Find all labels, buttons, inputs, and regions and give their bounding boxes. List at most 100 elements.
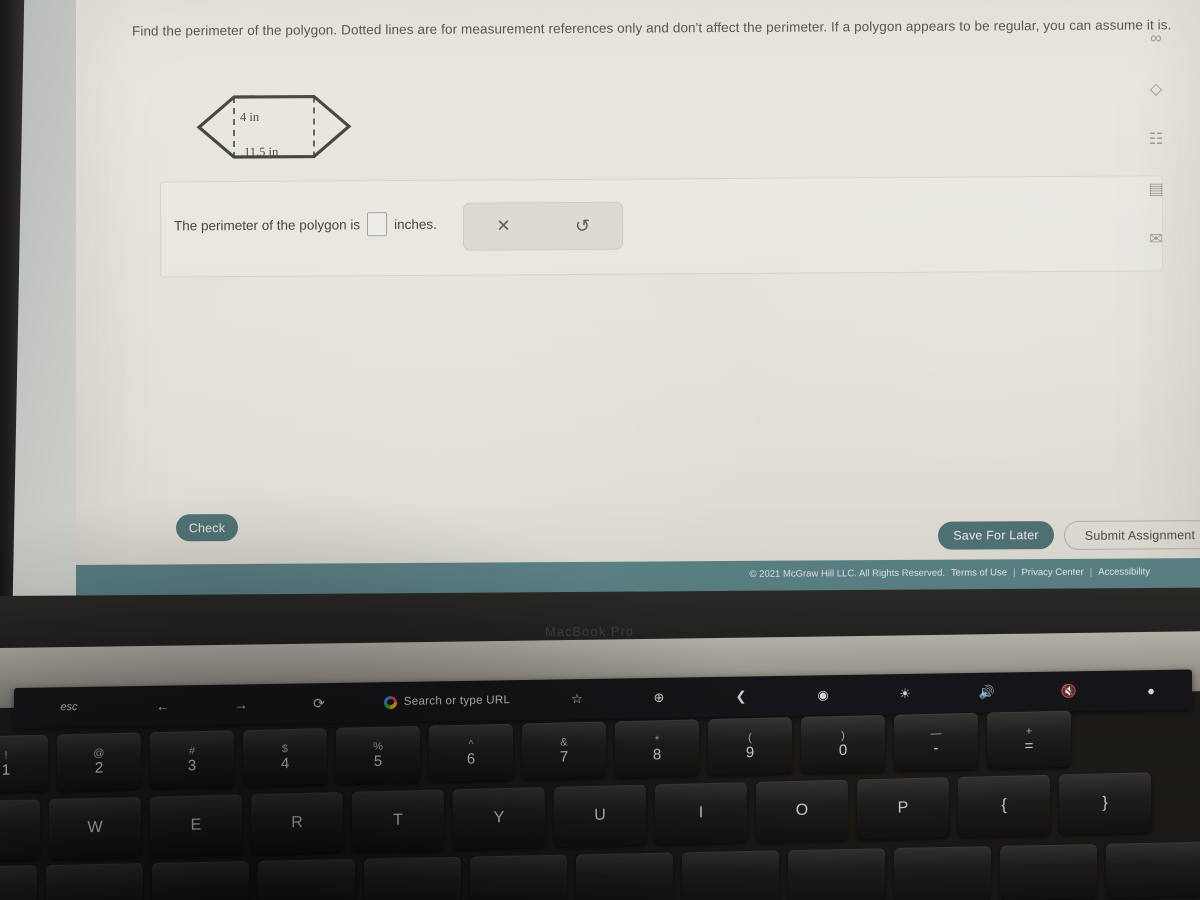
key-8[interactable]: * 8 — [614, 719, 700, 778]
key-shift-label: @ — [93, 746, 105, 760]
key-y[interactable]: Y — [452, 787, 546, 850]
key-base-label: 6 — [466, 750, 476, 768]
key-shift-label: * — [654, 733, 660, 746]
aleks-exercise-page: Find the perimeter of the polygon. Dotte… — [76, 0, 1200, 602]
key-5[interactable]: % 5 — [335, 725, 421, 784]
laptop-screen: Find the perimeter of the polygon. Dotte… — [76, 0, 1200, 603]
glasses-icon[interactable]: ∞ — [1141, 24, 1171, 54]
diamond-pointer-icon[interactable]: ◇ — [1141, 74, 1171, 104]
key-{[interactable]: { — [957, 774, 1051, 837]
key-shift-label: $ — [281, 742, 289, 755]
base-label: 11.5 in — [244, 144, 279, 159]
key-r[interactable]: R — [250, 792, 344, 855]
key-blank[interactable] — [470, 854, 567, 900]
footer-separator-2: | — [1089, 566, 1093, 578]
answer-card: The perimeter of the polygon is inches. … — [160, 175, 1163, 278]
touchbar-reload-icon[interactable]: ⟳ — [280, 683, 358, 724]
google-logo-icon — [383, 695, 397, 709]
key-shift-label: ! — [4, 749, 8, 762]
book-icon[interactable]: ▤ — [1141, 174, 1171, 204]
key-label: I — [698, 804, 704, 822]
accessibility-link[interactable]: Accessibility — [1098, 566, 1150, 577]
key-label: W — [87, 818, 103, 837]
key-label: T — [393, 811, 403, 829]
polygon-figure: 4 in 11.5 in — [184, 86, 384, 167]
key-t[interactable]: T — [351, 789, 445, 852]
submit-assignment-button[interactable]: Submit Assignment — [1064, 520, 1200, 550]
undo-button[interactable]: ↺ — [543, 203, 622, 249]
answer-text-before: The perimeter of the polygon is — [174, 216, 361, 233]
key-e[interactable]: E — [149, 794, 243, 857]
key-=[interactable]: + = — [986, 710, 1072, 769]
laptop-keyboard: !1@2#3$4%5^6&7*8(9)0—-+= QWERTYUIOP{} — [0, 702, 1200, 900]
save-for-later-button[interactable]: Save For Later — [938, 521, 1054, 550]
key-blank[interactable] — [576, 852, 673, 900]
footer-separator-1: | — [1013, 567, 1016, 579]
key-shift-label: & — [560, 735, 568, 749]
key-blank[interactable] — [0, 865, 37, 900]
key-label: R — [291, 813, 303, 832]
touchbar-url-placeholder: Search or type URL — [403, 694, 511, 708]
perimeter-input[interactable] — [367, 212, 388, 237]
key-shift-label: % — [373, 740, 383, 753]
key-base-label: 3 — [187, 756, 197, 774]
key-label: U — [594, 806, 606, 824]
key-label: } — [1102, 794, 1108, 812]
key-shift-label: ) — [841, 729, 845, 742]
key-blank[interactable] — [894, 846, 991, 900]
key-q[interactable]: Q — [0, 799, 41, 862]
key-blank[interactable] — [46, 863, 143, 900]
key--[interactable]: — - — [893, 712, 979, 771]
hexagon-diagram — [196, 94, 352, 159]
key-label: E — [190, 816, 202, 834]
terms-of-use-link[interactable]: Terms of Use — [951, 567, 1007, 578]
key-blank[interactable] — [258, 858, 355, 900]
key-}[interactable]: } — [1058, 772, 1152, 835]
key-base-label: 9 — [745, 743, 755, 761]
key-7[interactable]: & 7 — [521, 721, 607, 780]
height-label: 4 in — [240, 109, 260, 124]
key-4[interactable]: $4 — [242, 728, 328, 787]
key-base-label: 4 — [280, 754, 290, 772]
clear-button[interactable]: ✕ — [464, 203, 543, 249]
privacy-center-link[interactable]: Privacy Center — [1021, 567, 1083, 578]
check-button[interactable]: Check — [176, 514, 238, 542]
mail-icon[interactable]: ✉ — [1141, 224, 1171, 254]
key-base-label: 1 — [1, 761, 11, 779]
key-blank[interactable] — [152, 861, 249, 900]
answer-toolbar: ✕ ↺ — [463, 201, 623, 251]
key-1[interactable]: ! 1 — [0, 734, 49, 793]
touchbar-forward-icon[interactable]: → — [202, 684, 280, 725]
key-0[interactable]: ) 0 — [800, 714, 886, 773]
key-i[interactable]: I — [654, 782, 748, 845]
key-blank[interactable] — [364, 856, 461, 900]
key-p[interactable]: P — [856, 777, 950, 840]
footer-links: © 2021 McGraw Hill LLC. All Rights Reser… — [750, 566, 1150, 579]
key-shift-label: ( — [748, 731, 752, 744]
key-base-label: 2 — [94, 758, 104, 777]
key-blank[interactable] — [1000, 843, 1097, 900]
touchbar-esc-key[interactable]: esc — [14, 686, 124, 728]
key-blank[interactable] — [682, 850, 779, 900]
key-w[interactable]: W — [48, 796, 142, 860]
key-shift-label: + — [1025, 724, 1033, 738]
key-6[interactable]: ^ 6 — [428, 723, 514, 782]
key-base-label: 8 — [652, 745, 662, 763]
laptop-photo-scene: Find the perimeter of the polygon. Dotte… — [0, 0, 1200, 900]
key-o[interactable]: O — [755, 779, 849, 842]
key-blank[interactable] — [788, 848, 885, 900]
key-shift-label: # — [188, 744, 196, 757]
touchbar-back-icon[interactable]: ← — [124, 685, 202, 726]
key-base-label: 0 — [838, 741, 848, 759]
key-shift-label: — — [930, 727, 942, 740]
touchbar-url-field[interactable]: Search or type URL — [358, 693, 536, 709]
key-base-label: - — [933, 739, 939, 757]
document-help-icon[interactable]: ☷ — [1141, 124, 1171, 154]
key-blank[interactable] — [1106, 841, 1200, 898]
key-u[interactable]: U — [553, 784, 647, 847]
key-9[interactable]: (9 — [707, 717, 793, 776]
key-3[interactable]: #3 — [149, 730, 235, 789]
key-2[interactable]: @2 — [56, 732, 142, 791]
key-base-label: 7 — [559, 747, 569, 766]
answer-statement: The perimeter of the polygon is inches. — [174, 212, 437, 238]
